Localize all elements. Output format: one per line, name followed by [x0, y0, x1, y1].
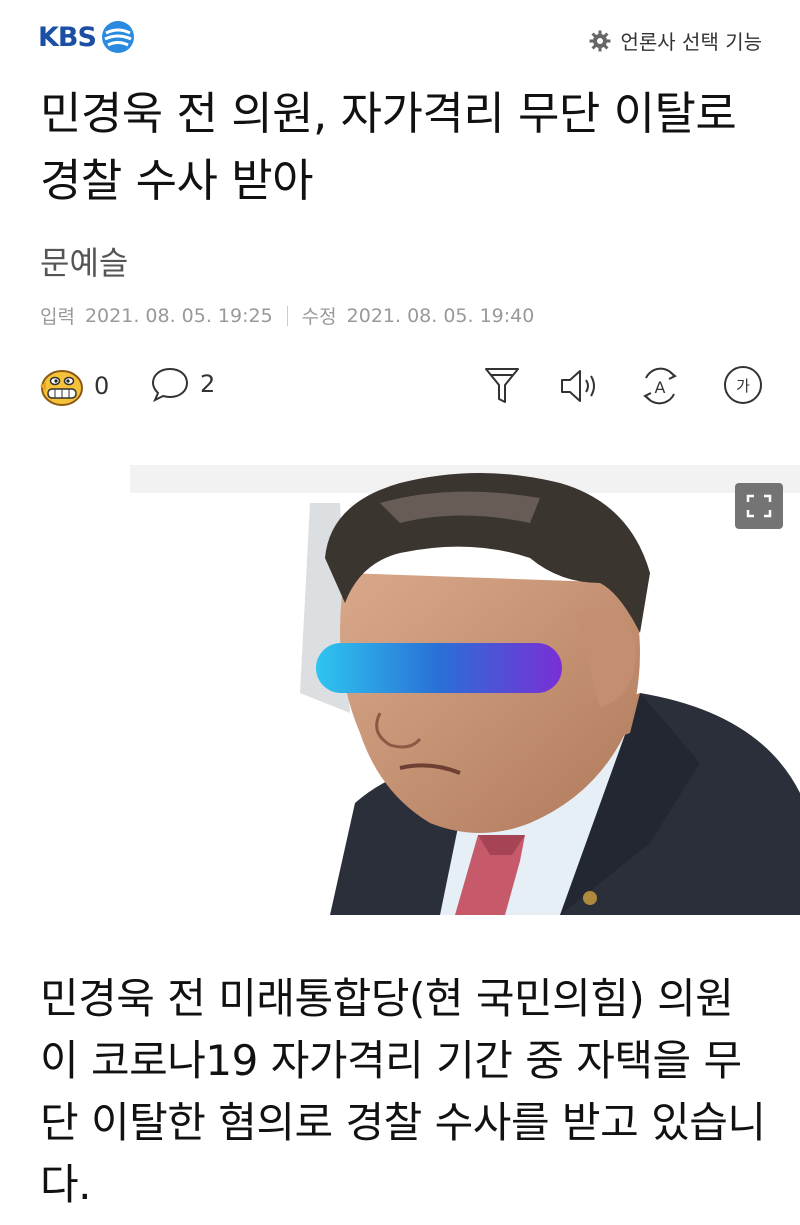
- svg-text:A: A: [655, 378, 666, 397]
- input-date: 2021. 08. 05. 19:25: [84, 304, 273, 327]
- translate-button[interactable]: A: [638, 364, 682, 408]
- politician-photo-illustration: [0, 463, 800, 915]
- comment-icon: [151, 367, 189, 403]
- fullscreen-icon: [746, 494, 772, 518]
- reporter-name[interactable]: 문예슬: [40, 238, 128, 284]
- comment-button[interactable]: 2: [150, 364, 215, 404]
- date-divider: [286, 305, 288, 326]
- read-aloud-icon: [561, 370, 595, 402]
- input-label: 입력: [40, 306, 75, 328]
- article-action-bar: 0 2 A 가: [0, 360, 800, 416]
- kbs-logo[interactable]: KBS: [38, 20, 135, 54]
- reaction-count: 0: [94, 372, 110, 400]
- photo-expand-button[interactable]: [735, 483, 783, 529]
- press-select-label: 언론사 선택 기능: [620, 30, 762, 54]
- article-headline: 민경욱 전 의원, 자가격리 무단 이탈로 경찰 수사 받아: [40, 87, 737, 207]
- article-body: 민경욱 전 미래통합당(현 국민의힘) 의원이 코로나19 자가격리 기간 중 …: [40, 974, 766, 1209]
- summary-filter-icon: [485, 368, 519, 403]
- censor-bar: [316, 643, 562, 693]
- read-aloud-button[interactable]: [558, 364, 602, 408]
- reaction-emoji-icon: [40, 370, 83, 406]
- top-bar: KBS 언론사 선택 기능: [0, 0, 800, 80]
- article-photo[interactable]: [0, 463, 800, 915]
- article-dates: 입력 2021. 08. 05. 19:25 수정 2021. 08. 05. …: [40, 302, 534, 329]
- translate-icon: A: [643, 367, 677, 405]
- press-select-button[interactable]: 언론사 선택 기능: [588, 26, 762, 55]
- font-size-button[interactable]: 가: [722, 364, 764, 406]
- font-size-icon: 가: [724, 366, 762, 404]
- gear-icon: [589, 30, 611, 51]
- comment-count: 2: [200, 370, 216, 398]
- reaction-button[interactable]: 0: [38, 364, 109, 408]
- kbs-logo-icon: [101, 21, 134, 53]
- svg-text:가: 가: [736, 377, 750, 395]
- modified-label: 수정: [301, 306, 337, 328]
- summary-button[interactable]: [482, 364, 522, 408]
- modified-date: 2021. 08. 05. 19:40: [346, 304, 535, 327]
- logo-text: KBS: [38, 21, 97, 53]
